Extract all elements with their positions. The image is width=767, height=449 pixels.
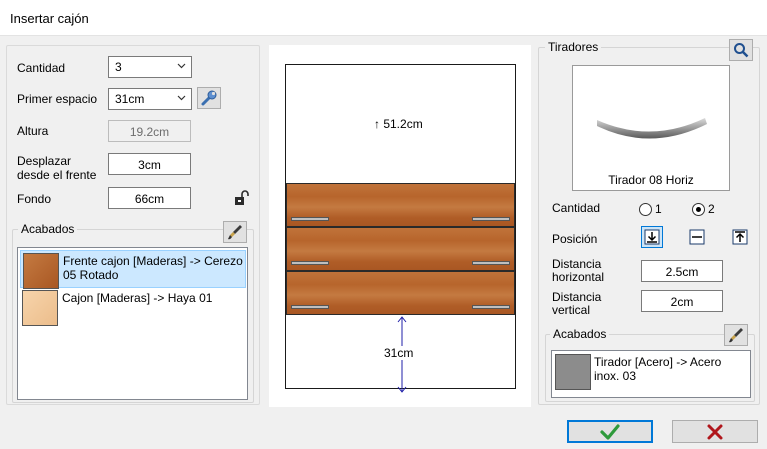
wrench-icon <box>201 90 217 106</box>
distancia-horizontal-label: Distancia horizontal <box>552 258 604 284</box>
cancel-button[interactable] <box>672 420 758 443</box>
position-bottom-button[interactable] <box>641 226 663 248</box>
paint-brush-icon <box>729 328 743 343</box>
paint-brush-button-left[interactable] <box>223 221 247 243</box>
list-item-label: Tirador [Acero] -> Acero inox. 03 <box>594 355 722 383</box>
fondo-label: Fondo <box>17 192 52 206</box>
window-title: Insertar cajón <box>10 11 89 26</box>
drawer-handle <box>291 305 329 309</box>
cantidad-radio-2-label: 2 <box>708 202 715 216</box>
swatch-acero <box>555 354 591 390</box>
cantidad-radio-2[interactable] <box>692 203 705 216</box>
desplazar-field[interactable]: 3cm <box>108 153 191 175</box>
distancia-vertical-line1: Distancia <box>552 290 602 304</box>
primer-espacio-select[interactable]: 31cm <box>108 88 192 110</box>
desplazar-label-line2: desde el frente <box>17 168 97 182</box>
top-dimension-label: ↑ 51.2cm <box>374 117 423 131</box>
drawer-handle <box>472 305 510 309</box>
position-top-button[interactable] <box>730 228 750 246</box>
tiradores-legend: Tiradores <box>545 40 602 54</box>
acabados-legend-right: Acabados <box>550 327 610 341</box>
drawer-handle <box>472 261 510 265</box>
drawer-front-2 <box>286 227 515 271</box>
drawer-front-1 <box>286 183 515 227</box>
wrench-button[interactable] <box>197 87 221 109</box>
acabados-list-right[interactable]: Tirador [Acero] -> Acero inox. 03 <box>551 350 751 398</box>
acabados-legend-left: Acabados <box>18 222 78 236</box>
cantidad-label: Cantidad <box>17 61 66 75</box>
altura-field: 19.2cm <box>108 120 191 142</box>
distancia-vertical-field[interactable]: 2cm <box>641 290 723 312</box>
check-icon <box>600 423 620 440</box>
distancia-vertical-label: Distancia vertical <box>552 291 601 317</box>
distancia-horizontal-field[interactable]: 2.5cm <box>641 260 723 282</box>
ok-button[interactable] <box>567 420 653 443</box>
drawer-front-3 <box>286 271 515 315</box>
align-bottom-icon <box>644 229 660 245</box>
handle-preview-image[interactable]: Tirador 08 Horiz <box>572 65 730 191</box>
cantidad-value: 3 <box>115 60 122 74</box>
list-item[interactable]: Frente cajon [Maderas] -> Cerezo 05 Rota… <box>20 250 246 289</box>
cantidad-radio-1-label: 1 <box>655 202 662 216</box>
title-bar: Insertar cajón <box>0 0 767 36</box>
posicion-label: Posición <box>552 232 598 246</box>
align-center-icon <box>689 229 705 245</box>
swatch-haya <box>22 290 58 326</box>
primer-espacio-value: 31cm <box>115 92 145 106</box>
bottom-dimension-label: 31cm <box>384 346 414 360</box>
altura-label: Altura <box>17 124 49 138</box>
preview-panel: ↑ 51.2cm 31cm <box>269 45 531 407</box>
tirador-cantidad-label: Cantidad <box>552 201 601 215</box>
list-item[interactable]: Cajon [Maderas] -> Haya 01 <box>20 288 246 326</box>
distancia-horizontal-line1: Distancia <box>552 257 602 271</box>
list-item-label: Cajon [Maderas] -> Haya 01 <box>62 291 213 305</box>
chevron-down-icon <box>177 95 186 101</box>
list-item-label: Frente cajon [Maderas] -> Cerezo 05 Rota… <box>63 254 243 282</box>
cantidad-radio-1[interactable] <box>639 203 652 216</box>
handle-caption: Tirador 08 Horiz <box>608 173 694 187</box>
cantidad-select[interactable]: 3 <box>108 56 192 78</box>
paint-brush-button-right[interactable] <box>724 324 748 346</box>
search-button[interactable] <box>729 39 753 61</box>
distancia-vertical-line2: vertical <box>552 303 591 317</box>
desplazar-label-line1: Desplazar <box>17 154 72 168</box>
cabinet-outline: ↑ 51.2cm 31cm <box>285 64 516 393</box>
drawer-handle <box>291 217 329 221</box>
x-icon <box>707 424 723 439</box>
align-top-icon <box>732 229 748 245</box>
fondo-field[interactable]: 66cm <box>108 187 191 209</box>
primer-espacio-label: Primer espacio <box>17 92 98 106</box>
drawer-handle <box>291 261 329 265</box>
distancia-horizontal-line2: horizontal <box>552 270 605 284</box>
position-center-button[interactable] <box>687 228 707 246</box>
swatch-cerezo <box>23 253 59 289</box>
desplazar-label: Desplazar desde el frente <box>17 154 96 182</box>
unlock-icon[interactable] <box>233 190 251 206</box>
acabados-list-left[interactable]: Frente cajon [Maderas] -> Cerezo 05 Rota… <box>17 247 248 400</box>
drawer-handle <box>472 217 510 221</box>
handle-image <box>597 118 707 139</box>
paint-brush-icon <box>228 225 242 240</box>
search-icon <box>734 43 749 58</box>
chevron-down-icon <box>177 63 186 69</box>
